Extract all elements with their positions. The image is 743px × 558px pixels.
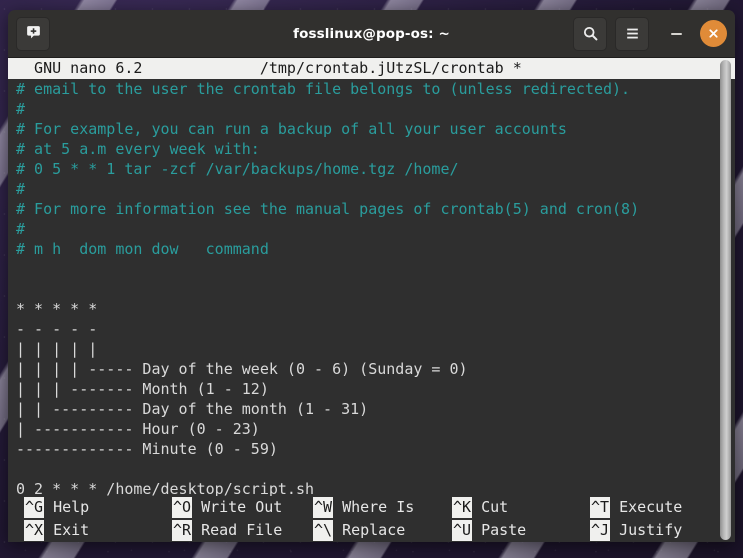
- shortcut-key: ^W: [313, 497, 334, 518]
- terminal-scrollbar-thumb[interactable]: [720, 60, 731, 540]
- shortcut-row-bottom: ^X Exit ^R Read File ^\ Replace ^U Paste ^J Justi…: [16, 519, 735, 542]
- editor-line: | | | | |: [16, 340, 98, 358]
- close-glyph: [709, 29, 718, 38]
- nano-shortcut-justify[interactable]: ^J Justify: [590, 519, 682, 542]
- nano-shortcut-help[interactable]: ^G Help: [24, 496, 89, 519]
- editor-line: | | | ------- Month (1 - 12): [16, 380, 269, 398]
- shortcut-label: Execute: [619, 498, 683, 516]
- nano-text-area[interactable]: # email to the user the crontab file bel…: [8, 79, 735, 496]
- minimize-icon[interactable]: [663, 21, 689, 47]
- nano-shortcut-bar: ^G Help ^O Write Out ^W Where Is ^K Cut ^T Execut…: [8, 496, 735, 542]
- shortcut-label: Exit: [53, 521, 90, 539]
- shortcut-label: Help: [53, 498, 90, 516]
- shortcut-label: Read File: [201, 521, 283, 539]
- shortcut-key: ^\: [313, 520, 334, 541]
- editor-line: # m h dom mon dow command: [16, 240, 269, 258]
- editor-line: #: [16, 180, 26, 198]
- hamburger-glyph: [626, 28, 638, 39]
- shortcut-key: ^O: [172, 497, 193, 518]
- editor-line: 0 2 * * * /home/desktop/script.sh: [16, 480, 315, 496]
- shortcut-label: Where Is: [342, 498, 415, 516]
- new-terminal-icon[interactable]: [16, 16, 50, 51]
- shortcut-label: Replace: [342, 521, 406, 539]
- shortcut-key: ^G: [24, 497, 45, 518]
- shortcut-label: Write Out: [201, 498, 283, 516]
- nano-shortcut-write-out[interactable]: ^O Write Out: [172, 496, 282, 519]
- terminal-content[interactable]: GNU nano 6.2 /tmp/crontab.jUtzSL/crontab…: [8, 58, 735, 542]
- editor-line: ------------- Minute (0 - 59): [16, 440, 278, 458]
- editor-line: # email to the user the crontab file bel…: [16, 80, 631, 98]
- shortcut-row-top: ^G Help ^O Write Out ^W Where Is ^K Cut ^T Execut…: [16, 496, 735, 519]
- hamburger-menu-icon[interactable]: [615, 16, 649, 51]
- nano-shortcut-execute[interactable]: ^T Execute: [590, 496, 682, 519]
- window-titlebar[interactable]: fosslinux@pop-os: ~: [8, 10, 735, 58]
- shortcut-label: Paste: [481, 521, 527, 539]
- editor-line: #: [16, 220, 26, 238]
- shortcut-key: ^X: [24, 520, 45, 541]
- nano-shortcut-exit[interactable]: ^X Exit: [24, 519, 89, 542]
- editor-line: | | | | ----- Day of the week (0 - 6) (S…: [16, 360, 468, 378]
- editor-line: | | --------- Day of the month (1 - 31): [16, 400, 369, 418]
- nano-shortcut-read-file[interactable]: ^R Read File: [172, 519, 282, 542]
- shortcut-key: ^R: [172, 520, 193, 541]
- nano-title-bar: GNU nano 6.2 /tmp/crontab.jUtzSL/crontab…: [8, 58, 735, 79]
- editor-line: # For example, you can run a backup of a…: [16, 120, 567, 138]
- editor-line: | ----------- Hour (0 - 23): [16, 420, 260, 438]
- editor-line: # 0 5 * * 1 tar -zcf /var/backups/home.t…: [16, 160, 459, 178]
- editor-line: - - - - -: [16, 320, 98, 338]
- nano-shortcut-paste[interactable]: ^U Paste: [452, 519, 526, 542]
- nano-shortcut-where-is[interactable]: ^W Where Is: [313, 496, 414, 519]
- nano-shortcut-replace[interactable]: ^\ Replace: [313, 519, 405, 542]
- minimize-glyph: [670, 32, 682, 35]
- titlebar-controls: [573, 16, 727, 51]
- terminal-window: fosslinux@pop-os: ~ GNU nano 6.2 /tmp/cr…: [8, 10, 735, 542]
- terminal-scrollbar[interactable]: [720, 60, 731, 540]
- editor-line: * * * * *: [16, 300, 98, 318]
- editor-line: # at 5 a.m every week with:: [16, 140, 260, 158]
- new-terminal-glyph: [26, 26, 40, 39]
- shortcut-key: ^U: [452, 520, 473, 541]
- shortcut-label: Justify: [619, 521, 683, 539]
- search-glyph: [583, 26, 597, 41]
- search-icon[interactable]: [573, 16, 607, 51]
- shortcut-label: Cut: [481, 498, 509, 516]
- editor-line: # For more information see the manual pa…: [16, 200, 640, 218]
- editor-line: #: [16, 100, 26, 118]
- close-icon[interactable]: [700, 20, 727, 47]
- shortcut-key: ^T: [590, 497, 611, 518]
- shortcut-key: ^J: [590, 520, 611, 541]
- shortcut-key: ^K: [452, 497, 473, 518]
- nano-shortcut-cut[interactable]: ^K Cut: [452, 496, 508, 519]
